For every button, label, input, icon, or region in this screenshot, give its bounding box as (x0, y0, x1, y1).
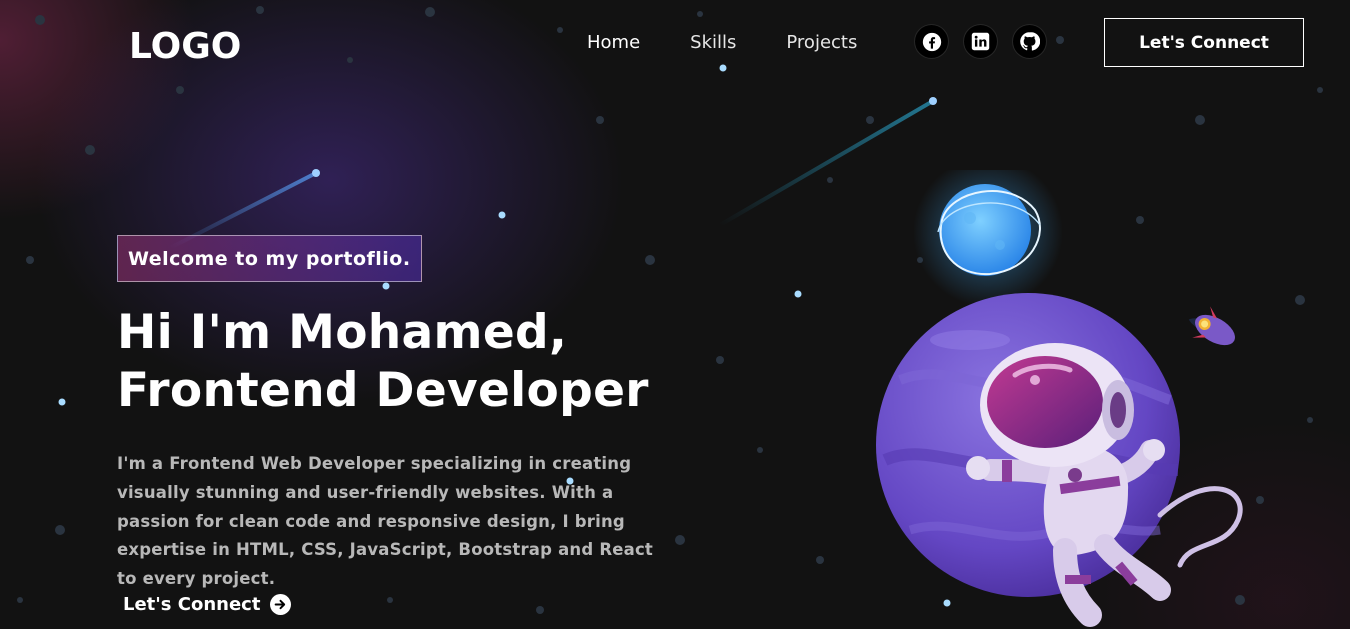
astronaut-illustration (876, 170, 1243, 627)
linkedin-icon (971, 32, 990, 51)
facebook-link[interactable] (914, 24, 949, 59)
glowing-moon (913, 170, 1063, 307)
linkedin-link[interactable] (963, 24, 998, 59)
main-nav: Home Skills Projects (587, 33, 907, 53)
nav-item-projects[interactable]: Projects (786, 33, 857, 53)
github-link[interactable] (1012, 24, 1047, 59)
facebook-icon (922, 32, 941, 51)
tether-cable (1157, 486, 1243, 568)
rocket (1188, 306, 1235, 346)
welcome-tagline: Welcome to my portoflio. (117, 235, 422, 282)
hero-connect-link[interactable]: Let's Connect (123, 594, 292, 615)
headline-line-2: Frontend Developer (117, 363, 649, 418)
headline-line-1: Hi I'm Mohamed, (117, 305, 568, 360)
github-icon (1020, 32, 1040, 51)
hero-page: LOGO Home Skills Projects Let's Connect … (0, 0, 1350, 629)
lets-connect-button[interactable]: Let's Connect (1104, 18, 1304, 67)
nav-item-home[interactable]: Home (587, 33, 640, 53)
nav-item-skills[interactable]: Skills (690, 33, 736, 53)
hero-headline: Hi I'm Mohamed, Frontend Developer (117, 304, 649, 420)
site-logo[interactable]: LOGO (129, 26, 241, 67)
arrow-right-circle-icon (270, 594, 292, 615)
hero-description: I'm a Frontend Web Developer specializin… (117, 454, 654, 589)
social-links (914, 24, 1047, 59)
cta-label: Let's Connect (123, 594, 261, 615)
